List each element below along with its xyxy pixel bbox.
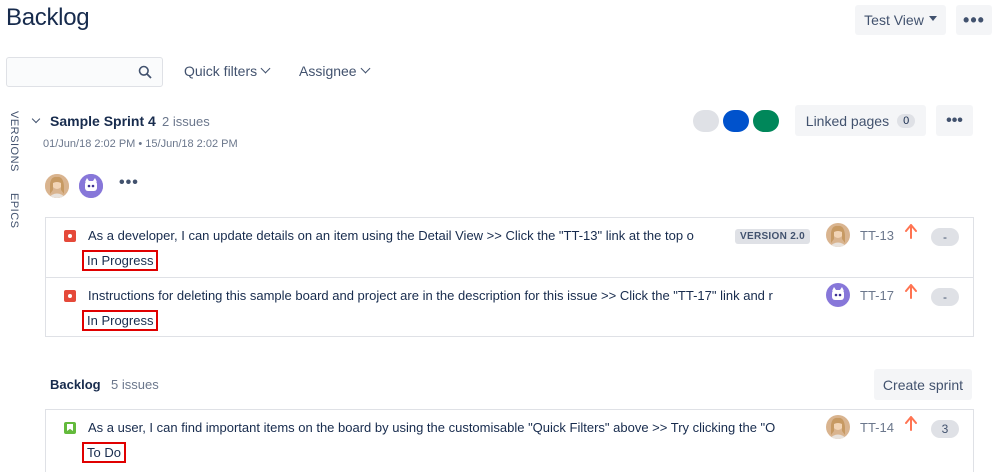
issue-row[interactable]: As a developer, I can update details on … xyxy=(46,218,973,277)
tab-epics[interactable]: EPICS xyxy=(8,193,20,229)
issue-summary: Instructions for deleting this sample bo… xyxy=(88,288,773,303)
more-participants-icon[interactable]: ••• xyxy=(119,174,139,192)
quick-filters-dropdown[interactable]: Quick filters xyxy=(184,63,271,79)
assignee-label: Assignee xyxy=(299,63,357,79)
version-lozenge: VERSION 2.0 xyxy=(735,229,810,244)
quick-filters-label: Quick filters xyxy=(184,63,258,79)
estimate-badge: - xyxy=(931,228,959,246)
avatar-woman-icon xyxy=(826,415,850,439)
status-inprogress-count xyxy=(723,110,749,132)
backlog-title: Backlog xyxy=(50,377,101,392)
more-actions-button[interactable]: ••• xyxy=(956,5,992,35)
priority-high-icon xyxy=(905,284,917,299)
search-input[interactable] xyxy=(6,57,163,87)
bug-icon xyxy=(64,230,76,242)
issue-key[interactable]: TT-17 xyxy=(860,288,894,303)
backlog-issue-list: As a user, I can find important items on… xyxy=(45,409,974,472)
avatar-woman-icon[interactable] xyxy=(45,174,69,198)
sprint-issue-list: As a developer, I can update details on … xyxy=(45,217,974,337)
story-icon xyxy=(64,422,76,434)
backlog-issue-count: 5 issues xyxy=(111,377,159,392)
sprint-issue-count: 2 issues xyxy=(162,114,210,129)
linked-pages-button[interactable]: Linked pages 0 xyxy=(795,105,926,136)
issue-summary: As a developer, I can update details on … xyxy=(88,228,694,243)
view-selector-button[interactable]: Test View xyxy=(855,5,946,35)
avatar-robot-icon xyxy=(826,283,850,307)
status-done-count xyxy=(753,110,779,132)
view-label: Test View xyxy=(864,12,924,28)
tab-versions[interactable]: VERSIONS xyxy=(8,111,20,172)
bug-icon xyxy=(64,290,76,302)
chevron-down-icon[interactable] xyxy=(31,114,41,124)
issue-status: To Do xyxy=(82,442,126,463)
issue-status: In Progress xyxy=(82,310,159,331)
more-icon: ••• xyxy=(963,9,985,30)
sprint-name: Sample Sprint 4 xyxy=(50,113,156,129)
priority-high-icon xyxy=(905,416,917,431)
avatar-robot-icon[interactable] xyxy=(79,174,103,198)
sprint-dates: 01/Jun/18 2:02 PM • 15/Jun/18 2:02 PM xyxy=(43,138,238,150)
avatar-woman-icon xyxy=(826,223,850,247)
estimate-badge: - xyxy=(931,288,959,306)
issue-key[interactable]: TT-13 xyxy=(860,228,894,243)
sprint-more-button[interactable]: ••• xyxy=(936,105,973,136)
chevron-down-icon xyxy=(260,63,271,73)
create-sprint-button[interactable]: Create sprint xyxy=(874,369,972,400)
caret-down-icon xyxy=(928,15,937,21)
issue-row[interactable]: Instructions for deleting this sample bo… xyxy=(46,277,973,336)
linked-pages-label: Linked pages xyxy=(805,112,890,129)
assignee-dropdown[interactable]: Assignee xyxy=(299,63,371,79)
page-title: Backlog xyxy=(6,4,90,31)
linked-pages-count: 0 xyxy=(897,113,916,128)
issue-summary: As a user, I can find important items on… xyxy=(88,420,776,435)
issue-row[interactable]: As a user, I can find important items on… xyxy=(46,410,973,469)
issue-status: In Progress xyxy=(82,250,159,271)
more-icon: ••• xyxy=(946,111,963,129)
search-icon xyxy=(138,65,152,79)
status-todo-count xyxy=(693,110,719,132)
estimate-badge: 3 xyxy=(931,420,959,438)
issue-key[interactable]: TT-14 xyxy=(860,420,894,435)
chevron-down-icon xyxy=(360,63,371,73)
priority-high-icon xyxy=(905,224,917,239)
